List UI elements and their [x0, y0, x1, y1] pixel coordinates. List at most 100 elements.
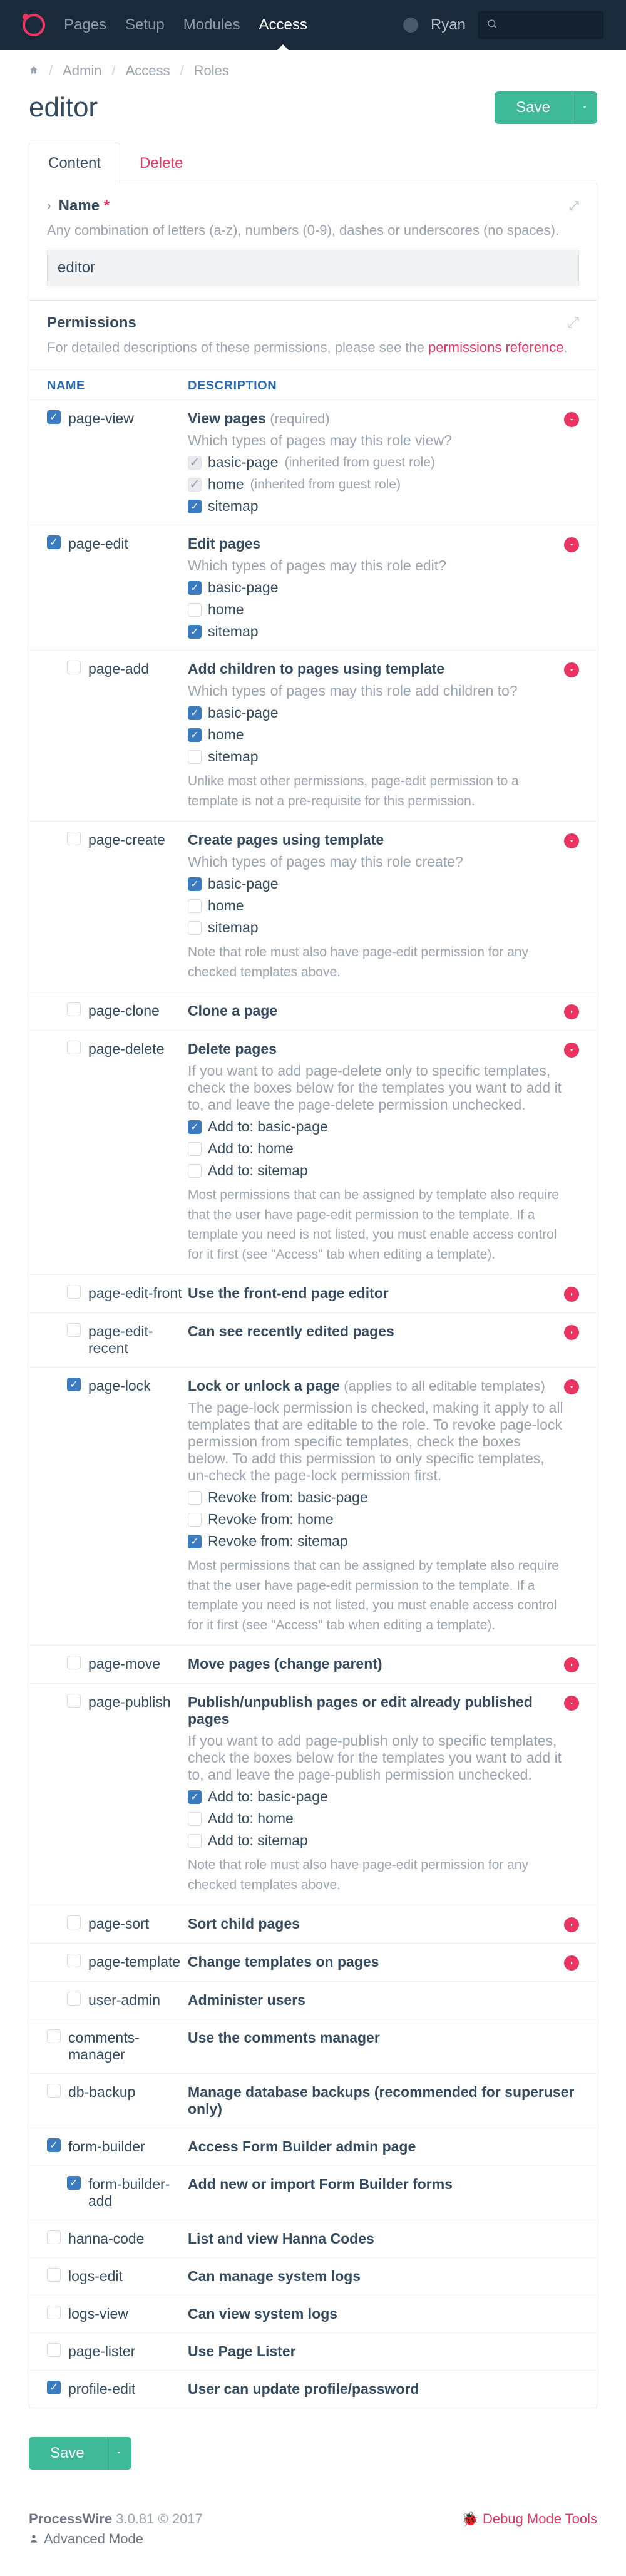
name-input[interactable] [47, 250, 579, 286]
checkbox[interactable]: ✓ [188, 1790, 202, 1804]
checkbox[interactable] [188, 899, 202, 913]
perm-row-page-view: ✓page-view View pages (required) Which t… [29, 399, 597, 525]
checkbox[interactable] [188, 603, 202, 617]
tab-delete[interactable]: Delete [120, 143, 202, 183]
checkbox[interactable] [67, 1694, 81, 1708]
checkbox[interactable] [67, 1954, 81, 1967]
checkbox[interactable] [47, 2343, 61, 2357]
checkbox[interactable]: ✓ [188, 500, 202, 513]
perm-row-page-delete: page-delete Delete pages If you want to … [29, 1030, 597, 1274]
nav-modules[interactable]: Modules [183, 0, 240, 50]
breadcrumb: / Admin / Access / Roles [0, 50, 626, 91]
perm-row-form-builder: ✓form-builder Access Form Builder admin … [29, 2128, 597, 2165]
checkbox[interactable]: ✓ [47, 410, 61, 424]
product-name: ProcessWire [29, 2511, 112, 2527]
perm-row-page-clone: page-clone Clone a page [29, 992, 597, 1030]
checkbox[interactable]: ✓ [188, 706, 202, 720]
checkbox[interactable] [67, 1285, 81, 1299]
nav-setup[interactable]: Setup [125, 0, 165, 50]
perm-row-logs-edit: logs-edit Can manage system logs [29, 2257, 597, 2295]
checkbox[interactable] [188, 1834, 202, 1848]
checkbox[interactable] [188, 921, 202, 935]
perm-row-page-create: page-create Create pages using template … [29, 821, 597, 992]
collapse-icon[interactable] [564, 412, 579, 427]
expand-icon[interactable] [564, 1325, 579, 1340]
checkbox[interactable]: ✓ [188, 728, 202, 742]
checkbox[interactable] [188, 1491, 202, 1505]
footer: ProcessWire 3.0.81 © 2017 Advanced Mode … [0, 2498, 626, 2576]
save-button[interactable]: Save [495, 91, 572, 124]
avatar-icon[interactable] [403, 18, 418, 33]
logo-icon [23, 14, 45, 36]
debug-mode-link[interactable]: Debug Mode Tools [483, 2511, 597, 2527]
bc-admin[interactable]: Admin [63, 63, 101, 79]
collapse-icon[interactable] [564, 833, 579, 848]
expand-icon[interactable] [564, 1657, 579, 1672]
checkbox[interactable]: ✓ [188, 1535, 202, 1548]
checkbox[interactable] [67, 1915, 81, 1929]
checkbox[interactable] [67, 1041, 81, 1054]
perm-row-page-add: page-add Add children to pages using tem… [29, 650, 597, 821]
checkbox[interactable] [67, 1002, 81, 1016]
checkbox[interactable] [47, 2084, 61, 2098]
save-dropdown[interactable] [572, 91, 597, 124]
perm-row-page-move: page-move Move pages (change parent) [29, 1645, 597, 1683]
search-input[interactable] [478, 11, 603, 39]
bc-roles[interactable]: Roles [194, 63, 229, 79]
expand-icon[interactable] [564, 1955, 579, 1971]
checkbox[interactable] [67, 1656, 81, 1669]
checkbox[interactable] [188, 1142, 202, 1156]
expand-icon[interactable] [564, 1287, 579, 1302]
collapse-icon[interactable] [564, 1043, 579, 1058]
perm-row-page-publish: page-publish Publish/unpublish pages or … [29, 1683, 597, 1905]
collapse-icon[interactable] [564, 537, 579, 552]
checkbox[interactable]: ✓ [47, 535, 61, 549]
checkbox[interactable]: ✓ [188, 581, 202, 595]
checkbox[interactable]: ✓ [47, 2381, 61, 2394]
checkbox[interactable]: ✓ [188, 1120, 202, 1134]
nav-pages[interactable]: Pages [64, 0, 106, 50]
chevron-down-icon [581, 103, 588, 111]
checkbox[interactable]: ✓ [47, 2138, 61, 2152]
checkbox[interactable] [188, 1812, 202, 1826]
advanced-mode[interactable]: Advanced Mode [44, 2531, 143, 2547]
checkbox[interactable]: ✓ [188, 456, 202, 470]
checkbox[interactable] [67, 832, 81, 845]
tab-content[interactable]: Content [29, 143, 120, 183]
username[interactable]: Ryan [431, 16, 466, 34]
permissions-reference-link[interactable]: permissions reference [428, 339, 563, 355]
checkbox[interactable]: ✓ [188, 478, 202, 492]
perm-row-page-lister: page-lister Use Page Lister [29, 2332, 597, 2370]
checkbox[interactable]: ✓ [67, 2176, 81, 2190]
page-title: editor [29, 92, 98, 123]
collapse-icon[interactable] [564, 1696, 579, 1711]
checkbox[interactable]: ✓ [188, 625, 202, 639]
checkbox[interactable] [47, 2230, 61, 2244]
maximize-icon[interactable]: ⤢ [567, 314, 579, 332]
nav-access[interactable]: Access [259, 0, 307, 50]
collapse-icon[interactable] [564, 662, 579, 677]
chevron-right-icon[interactable]: › [47, 199, 51, 214]
checkbox[interactable] [67, 1992, 81, 2006]
th-desc: DESCRIPTION [188, 379, 277, 393]
search-icon [486, 16, 498, 34]
checkbox[interactable] [188, 1513, 202, 1527]
expand-icon[interactable] [564, 1004, 579, 1019]
checkbox[interactable] [188, 1164, 202, 1178]
expand-icon[interactable] [564, 1917, 579, 1932]
save-button-footer[interactable]: Save [29, 2437, 106, 2470]
checkbox[interactable]: ✓ [188, 877, 202, 891]
checkbox[interactable] [188, 750, 202, 764]
checkbox[interactable]: ✓ [67, 1378, 81, 1391]
home-icon[interactable] [29, 63, 39, 79]
save-dropdown-footer[interactable] [106, 2437, 131, 2470]
bc-access[interactable]: Access [126, 63, 170, 79]
maximize-icon[interactable]: ⤢ [569, 199, 579, 214]
checkbox[interactable] [67, 661, 81, 674]
collapse-icon[interactable] [564, 1379, 579, 1394]
perm-row-page-sort: page-sort Sort child pages [29, 1905, 597, 1943]
checkbox[interactable] [47, 2306, 61, 2319]
checkbox[interactable] [47, 2268, 61, 2282]
checkbox[interactable] [67, 1323, 81, 1337]
checkbox[interactable] [47, 2029, 61, 2043]
